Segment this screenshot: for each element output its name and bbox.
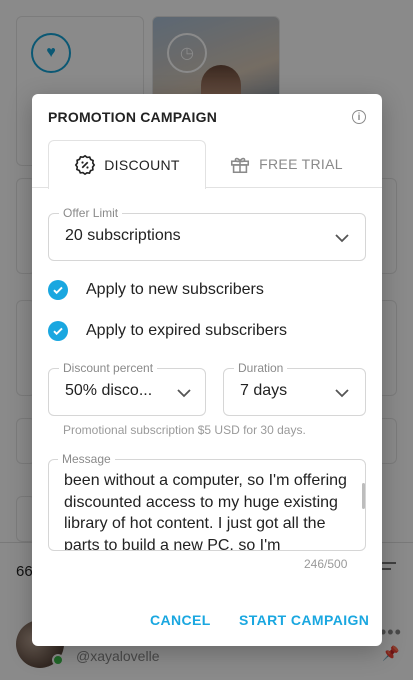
message-textarea[interactable]: been without a computer, so I'm offering… [48, 459, 366, 551]
cancel-button[interactable]: CANCEL [150, 612, 211, 628]
discount-percent-label: Discount percent [59, 361, 158, 375]
discount-badge-icon [75, 154, 96, 176]
message-label: Message [58, 452, 115, 466]
discount-percent-select[interactable]: Discount percent 50% disco... [48, 361, 206, 416]
tab-discount-label: DISCOUNT [104, 157, 180, 173]
promotion-campaign-dialog: PROMOTION CAMPAIGN i DISCOUNT FREE TRIAL… [32, 94, 382, 646]
new-subscribers-label: Apply to new subscribers [86, 281, 264, 298]
gift-icon [231, 157, 250, 174]
dialog-title: PROMOTION CAMPAIGN [48, 109, 218, 125]
expired-subscribers-checkbox[interactable]: Apply to expired subscribers [48, 320, 287, 342]
discount-percent-value: 50% disco... [65, 382, 153, 399]
chevron-down-icon [335, 389, 349, 398]
expired-subscribers-label: Apply to expired subscribers [86, 322, 287, 339]
message-scrollbar[interactable] [362, 483, 365, 509]
tab-bar: DISCOUNT FREE TRIAL [32, 140, 382, 189]
duration-label: Duration [234, 361, 288, 375]
duration-value: 7 days [240, 382, 288, 399]
tab-free-trial[interactable]: FREE TRIAL [206, 140, 366, 188]
tab-free-trial-label: FREE TRIAL [259, 156, 343, 172]
offer-limit-value: 20 subscriptions [65, 227, 181, 244]
char-counter: 246/500 [304, 557, 348, 571]
chevron-down-icon [335, 234, 349, 243]
promo-helper-text: Promotional subscription $5 USD for 30 d… [63, 423, 306, 437]
start-campaign-button[interactable]: START CAMPAIGN [239, 612, 369, 628]
message-text[interactable]: been without a computer, so I'm offering… [64, 470, 354, 550]
chevron-down-icon [177, 389, 191, 398]
offer-limit-label: Offer Limit [59, 206, 123, 220]
info-icon[interactable]: i [352, 110, 366, 124]
checkmark-icon [48, 321, 68, 341]
new-subscribers-checkbox[interactable]: Apply to new subscribers [48, 279, 264, 301]
offer-limit-select[interactable]: Offer Limit 20 subscriptions [48, 206, 366, 261]
duration-select[interactable]: Duration 7 days [223, 361, 366, 416]
checkmark-icon [48, 280, 68, 300]
tab-discount[interactable]: DISCOUNT [48, 140, 206, 189]
